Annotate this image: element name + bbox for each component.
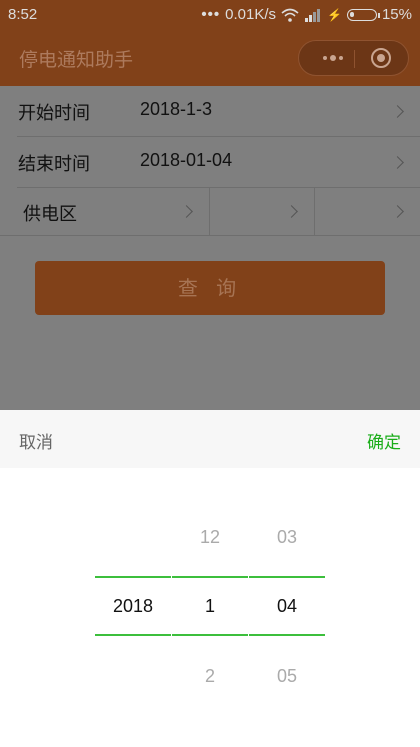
wheel-indicator-line (172, 576, 248, 578)
close-miniprogram-icon[interactable] (371, 48, 391, 68)
more-notifications-icon: ••• (201, 6, 221, 23)
date-picker-sheet: 取消 确定 2018 12 1 2 03 04 05 (0, 410, 420, 747)
year-wheel[interactable]: 2018 (95, 468, 171, 747)
month-prev: 12 (199, 527, 221, 547)
area-picker-2[interactable] (210, 188, 315, 236)
picker-header: 取消 确定 (0, 410, 420, 468)
month-wheel[interactable]: 12 1 2 (172, 468, 248, 747)
battery-percent: 15% (381, 6, 412, 23)
end-time-value: 2018-01-04 (140, 150, 233, 170)
status-time: 8:52 (8, 6, 38, 23)
end-time-label: 结束时间 (18, 154, 90, 175)
query-form: 开始时间 2018-1-3 结束时间 2018-01-04 供电区 (0, 86, 420, 236)
chevron-right-icon (180, 205, 193, 218)
wheel-indicator-line (95, 576, 171, 578)
capsule-divider (354, 50, 355, 68)
battery-fill (349, 11, 354, 17)
status-right: ••• 0.01K/s ⚡ 15% (201, 6, 412, 23)
year-selected: 2018 (112, 596, 154, 616)
start-time-value: 2018-1-3 (140, 99, 213, 119)
date-picker-wheels: 2018 12 1 2 03 04 05 (0, 468, 420, 747)
day-wheel[interactable]: 03 04 05 (249, 468, 325, 747)
wheel-indicator-line (249, 634, 325, 636)
day-selected: 04 (276, 596, 298, 616)
chevron-right-icon (285, 205, 298, 218)
page-title: 停电通知助手 (19, 49, 134, 71)
wheel-indicator-line (172, 634, 248, 636)
wheel-indicator-line (249, 576, 325, 578)
area-picker-1[interactable]: 供电区 (17, 188, 210, 236)
month-next: 2 (204, 666, 215, 686)
area-row: 供电区 (0, 188, 420, 236)
day-next: 05 (276, 666, 298, 686)
chevron-right-icon (391, 105, 404, 118)
end-time-row[interactable]: 结束时间 2018-01-04 (17, 137, 420, 188)
month-selected: 1 (204, 596, 215, 616)
cancel-button[interactable]: 取消 (19, 428, 53, 453)
status-bar: 8:52 ••• 0.01K/s ⚡ 15% (0, 0, 420, 30)
wifi-icon (281, 8, 299, 22)
query-button[interactable]: 查 询 (35, 261, 385, 315)
signal-icon (305, 8, 321, 22)
chevron-right-icon (391, 205, 404, 218)
wheel-indicator-line (95, 634, 171, 636)
start-time-label: 开始时间 (18, 103, 90, 124)
chevron-right-icon (391, 156, 404, 169)
battery-icon (346, 8, 380, 21)
miniprogram-capsule (298, 40, 409, 76)
charging-icon: ⚡ (327, 7, 342, 22)
day-prev: 03 (276, 527, 298, 547)
more-icon[interactable] (313, 41, 353, 75)
start-time-row[interactable]: 开始时间 2018-1-3 (17, 86, 420, 137)
network-speed: 0.01K/s (225, 6, 277, 23)
confirm-button[interactable]: 确定 (367, 428, 401, 453)
area-label: 供电区 (23, 204, 77, 225)
area-picker-3[interactable] (315, 188, 420, 236)
